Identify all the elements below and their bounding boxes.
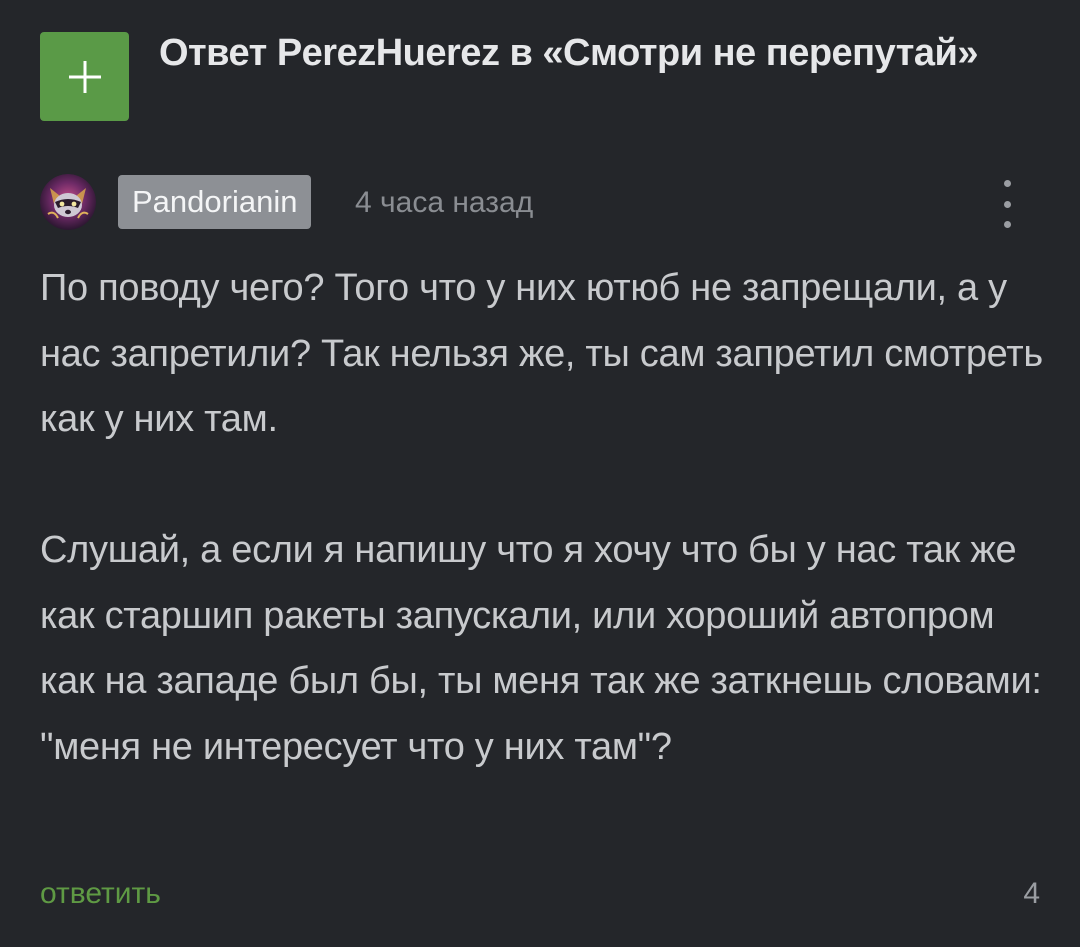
comment-meta: Pandorianin 4 часа назад <box>40 172 1040 234</box>
comment-rating: 4 <box>1023 877 1040 910</box>
comment-body: По поводу чего? Того что у них ютюб не з… <box>40 256 1050 780</box>
comment-time: 4 часа назад <box>355 186 534 219</box>
comment-thread-header: Ответ PerezHuerez в «Смотри не перепутай… <box>40 24 1040 134</box>
comment-paragraph: Слушай, а если я напишу что я хочу что б… <box>40 529 1042 768</box>
kebab-menu-icon[interactable] <box>992 180 1022 228</box>
raccoon-avatar-icon <box>40 174 96 230</box>
comment-paragraph: По поводу чего? Того что у них ютюб не з… <box>40 267 1043 440</box>
thread-title[interactable]: Ответ PerezHuerez в «Смотри не перепутай… <box>159 28 1019 78</box>
plus-button[interactable] <box>40 32 129 121</box>
username-badge[interactable]: Pandorianin <box>118 175 312 229</box>
plus-icon <box>68 60 101 93</box>
avatar[interactable] <box>40 174 96 230</box>
reply-link[interactable]: ответить <box>40 874 161 914</box>
